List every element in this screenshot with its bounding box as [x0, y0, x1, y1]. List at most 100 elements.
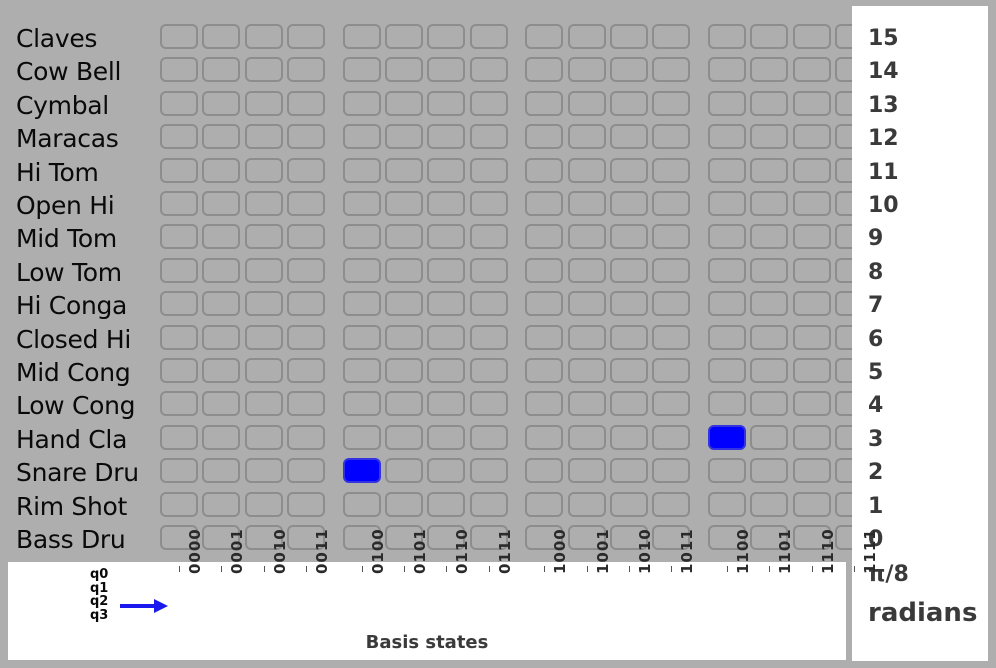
step-cell[interactable]: [610, 57, 648, 83]
step-cell[interactable]: [525, 291, 564, 317]
step-cell[interactable]: [525, 24, 564, 49]
step-cell[interactable]: [707, 124, 746, 150]
step-cell[interactable]: [342, 458, 381, 484]
step-cell[interactable]: [750, 157, 789, 183]
step-cell[interactable]: [707, 324, 746, 350]
step-cell[interactable]: [202, 424, 241, 450]
step-cell[interactable]: [792, 24, 831, 49]
step-cell[interactable]: [567, 157, 606, 183]
step-cell[interactable]: [792, 458, 831, 484]
step-cell[interactable]: [342, 90, 381, 116]
step-cell[interactable]: [427, 57, 466, 83]
step-cell[interactable]: [567, 358, 606, 383]
step-cell[interactable]: [385, 257, 423, 283]
step-cell[interactable]: [385, 458, 423, 484]
step-cell[interactable]: [469, 424, 508, 450]
step-cell[interactable]: [385, 324, 423, 350]
step-cell[interactable]: [707, 458, 746, 484]
step-cell[interactable]: [610, 224, 648, 250]
step-cell[interactable]: [385, 24, 423, 49]
step-cell[interactable]: [244, 391, 283, 417]
step-cell[interactable]: [750, 458, 789, 484]
step-cell[interactable]: [469, 24, 508, 49]
step-cell[interactable]: [610, 90, 648, 116]
step-cell[interactable]: [567, 191, 606, 216]
step-cell[interactable]: [287, 191, 326, 216]
step-cell[interactable]: [427, 24, 466, 49]
step-cell[interactable]: [610, 157, 648, 183]
step-cell[interactable]: [427, 291, 466, 317]
step-cell[interactable]: [610, 191, 648, 216]
step-cell[interactable]: [244, 124, 283, 150]
step-cell[interactable]: [707, 191, 746, 216]
step-cell[interactable]: [427, 224, 466, 250]
step-cell[interactable]: [610, 458, 648, 484]
step-cell[interactable]: [707, 24, 746, 49]
step-cell[interactable]: [427, 124, 466, 150]
step-cell[interactable]: [160, 458, 198, 484]
step-cell[interactable]: [792, 191, 831, 216]
step-cell[interactable]: [202, 191, 241, 216]
step-cell[interactable]: [652, 224, 691, 250]
step-cell[interactable]: [750, 424, 789, 450]
step-cell[interactable]: [287, 458, 326, 484]
step-cell[interactable]: [287, 424, 326, 450]
step-cell[interactable]: [707, 257, 746, 283]
step-cell[interactable]: [567, 291, 606, 317]
step-cell[interactable]: [342, 291, 381, 317]
step-cell[interactable]: [160, 491, 198, 517]
step-cell[interactable]: [707, 391, 746, 417]
step-cell[interactable]: [750, 358, 789, 383]
step-cell[interactable]: [287, 291, 326, 317]
step-cell[interactable]: [160, 291, 198, 317]
step-cell[interactable]: [469, 90, 508, 116]
step-cell[interactable]: [202, 324, 241, 350]
step-cell[interactable]: [202, 358, 241, 383]
step-cell[interactable]: [202, 257, 241, 283]
step-cell[interactable]: [385, 358, 423, 383]
step-cell[interactable]: [469, 391, 508, 417]
step-cell[interactable]: [567, 224, 606, 250]
step-cell[interactable]: [567, 424, 606, 450]
step-cell[interactable]: [244, 358, 283, 383]
step-cell[interactable]: [427, 424, 466, 450]
step-cell[interactable]: [567, 124, 606, 150]
step-cell[interactable]: [750, 257, 789, 283]
step-cell[interactable]: [244, 424, 283, 450]
step-cell[interactable]: [287, 257, 326, 283]
step-cell[interactable]: [469, 57, 508, 83]
step-cell[interactable]: [750, 90, 789, 116]
step-cell[interactable]: [792, 358, 831, 383]
step-cell[interactable]: [567, 458, 606, 484]
step-cell[interactable]: [160, 57, 198, 83]
step-cell[interactable]: [342, 424, 381, 450]
step-cell[interactable]: [287, 157, 326, 183]
step-cell[interactable]: [525, 358, 564, 383]
step-cell[interactable]: [525, 191, 564, 216]
step-cell[interactable]: [567, 90, 606, 116]
step-cell[interactable]: [652, 157, 691, 183]
step-cell[interactable]: [385, 157, 423, 183]
step-cell[interactable]: [160, 358, 198, 383]
step-cell[interactable]: [202, 24, 241, 49]
step-cell[interactable]: [287, 57, 326, 83]
step-cell[interactable]: [160, 90, 198, 116]
step-cell[interactable]: [287, 90, 326, 116]
step-cell[interactable]: [469, 458, 508, 484]
step-cell[interactable]: [792, 291, 831, 317]
step-cell[interactable]: [750, 391, 789, 417]
step-cell[interactable]: [610, 291, 648, 317]
step-cell[interactable]: [342, 491, 381, 517]
step-cell[interactable]: [427, 191, 466, 216]
step-cell[interactable]: [652, 458, 691, 484]
step-cell[interactable]: [287, 491, 326, 517]
step-cell[interactable]: [652, 291, 691, 317]
step-cell[interactable]: [610, 124, 648, 150]
step-cell[interactable]: [469, 224, 508, 250]
step-cell[interactable]: [427, 324, 466, 350]
step-cell[interactable]: [160, 124, 198, 150]
step-cell[interactable]: [469, 358, 508, 383]
step-cell[interactable]: [342, 24, 381, 49]
step-cell[interactable]: [707, 157, 746, 183]
step-cell[interactable]: [469, 157, 508, 183]
